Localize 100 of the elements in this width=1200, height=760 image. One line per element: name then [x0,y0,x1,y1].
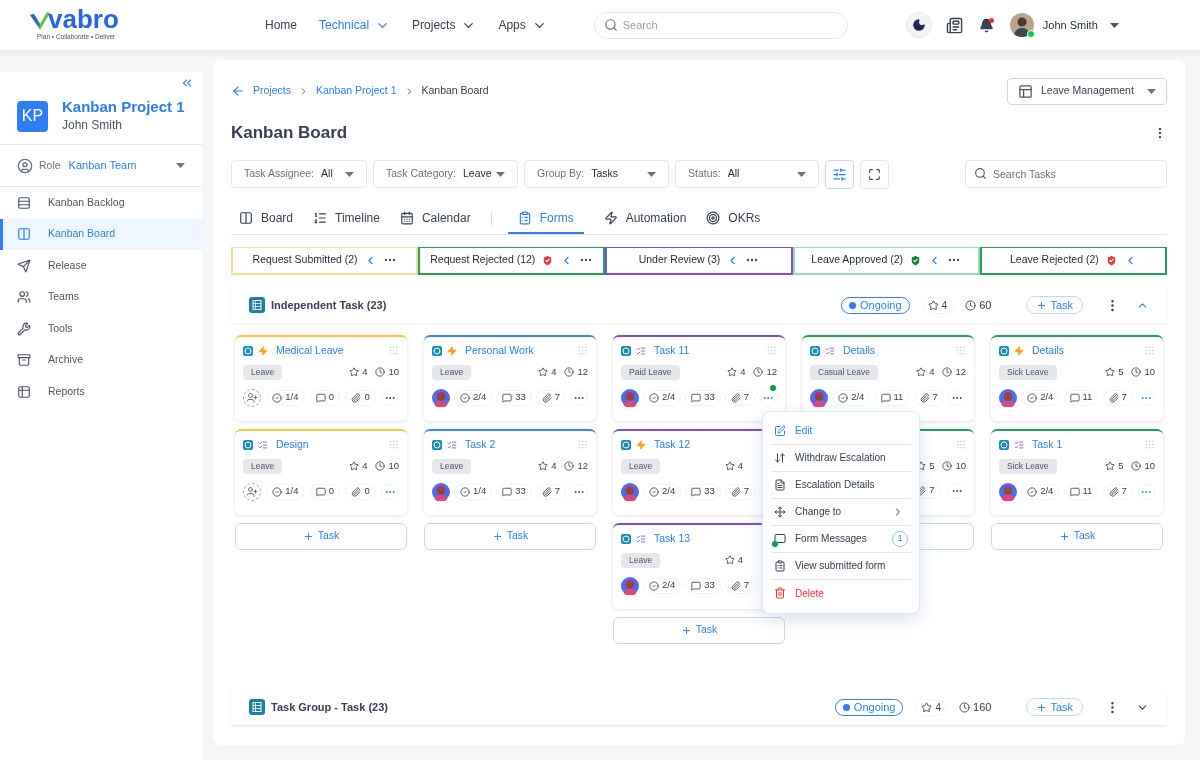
nav-link[interactable]: Home [265,16,297,34]
filter-dropdown[interactable]: Group By: Tasks [524,160,669,188]
comment-count: 33 [704,390,715,405]
star-icon [727,367,738,377]
bell-icon[interactable] [978,17,994,33]
paper-plane-icon [17,258,31,273]
add-task-button[interactable]: Task [424,522,596,550]
task-title[interactable]: Task 11 [654,342,690,359]
task-card[interactable]: Details Sick Leave 5 10 2/4 11 7 [991,334,1163,421]
project-name: Kanban Project 1 [62,98,185,116]
menu-item[interactable]: Change to [771,498,911,526]
check-square-icon [432,345,442,356]
comment-count: 33 [704,484,715,499]
task-card[interactable]: Task 11 Paid Leave 4 12 2/4 33 7 [613,334,785,421]
paperclip-icon [1108,392,1119,403]
template-select[interactable]: Leave Management [1007,77,1167,105]
sidebar-item[interactable]: Tools [0,313,202,345]
time-estimate: 160 [973,699,992,715]
check-circle-icon [1027,392,1038,403]
star-icon [927,299,939,311]
drag-handle-icon[interactable] [577,345,588,356]
task-title[interactable]: Medical Leave [276,342,344,359]
view-tab[interactable]: Automation [603,203,687,234]
category-tag: Casual Leave [810,364,878,380]
task-title[interactable]: Details [843,342,876,359]
user-avatar[interactable] [1009,13,1034,37]
breadcrumb-link[interactable]: Kanban Project 1 [315,83,397,99]
menu-item[interactable]: Edit [771,417,911,445]
task-card[interactable]: Medical Leave Leave 4 10 1/4 0 0 [235,334,407,421]
search-icon [974,167,987,180]
task-card[interactable]: Details Casual Leave 4 12 2/4 11 7 [802,334,974,421]
sliders-icon [832,166,847,182]
menu-item[interactable]: Escalation Details [771,471,911,499]
drag-handle-icon[interactable] [1144,345,1155,356]
sidebar-item[interactable]: Archive [0,344,202,376]
task-card[interactable]: Personal Work Leave 4 12 2/4 33 7 [424,334,596,421]
nav-link[interactable]: Technical [319,16,391,34]
back-arrow-icon[interactable] [231,84,245,98]
sidebar-item[interactable]: Release [0,250,202,282]
collapse-sidebar-icon[interactable] [180,76,194,90]
task-card[interactable]: Task 1 Sick Leave 5 10 2/4 11 7 [991,428,1163,515]
category-tag: Leave [621,552,661,568]
sidebar-item[interactable]: Kanban Board [0,218,202,250]
sidebar-item[interactable]: Kanban Backlog [0,187,202,219]
menu-item[interactable]: View submitted form [771,552,911,580]
task-title[interactable]: Task 13 [654,530,691,547]
view-tab[interactable]: Forms [507,203,584,234]
nav-link[interactable]: Projects [412,16,477,34]
filter-dropdown[interactable]: Task Category: Leave [373,160,518,188]
rating-count: 4 [740,364,746,379]
task-card[interactable]: Design Leave 4 10 1/4 0 0 [235,428,407,515]
drag-handle-icon[interactable] [955,439,966,450]
drag-handle-icon[interactable] [388,345,399,356]
fullscreen-button[interactable] [860,159,889,189]
target-icon [706,210,721,225]
comment-icon [691,580,702,591]
breadcrumb-link[interactable]: Projects [253,83,291,99]
drag-handle-icon[interactable] [577,439,588,450]
menu-item[interactable]: Withdraw Escalation [771,444,911,472]
task-title[interactable]: Task 2 [465,436,496,453]
add-task-button[interactable]: Task [613,616,785,644]
add-task-button[interactable]: Task [235,522,407,550]
task-title[interactable]: Task 1 [1032,436,1063,453]
task-title[interactable]: Task 12 [654,436,691,453]
nav-link[interactable]: Apps [498,16,547,34]
breadcrumb-link[interactable]: Kanban Board [421,83,489,99]
drag-handle-icon[interactable] [388,439,399,450]
caret-icon [496,171,505,177]
checklist-count: 2/4 [1040,390,1054,405]
user-name[interactable]: John Smith [1042,16,1098,34]
task-title[interactable]: Details [1032,342,1065,359]
add-task-button[interactable]: Task [991,522,1163,550]
theme-button[interactable] [905,12,932,38]
check-circle-icon [272,486,283,497]
sidebar-item[interactable]: Reports [0,376,202,408]
filter-dropdown[interactable]: Status: All [675,160,819,188]
paperclip-icon [730,486,741,497]
view-tab[interactable]: OKRs [706,203,761,234]
task-title[interactable]: Design [276,436,309,453]
task-search-field[interactable]: Search Tasks [965,160,1167,188]
menu-item[interactable]: Form Messages 1 [771,525,911,553]
search-field[interactable]: Search [593,11,848,39]
filter-dropdown[interactable]: Task Assignee: All [231,160,367,188]
role-select[interactable]: Kanban Team [68,157,185,174]
view-tab[interactable]: Board [239,203,294,234]
view-tab[interactable]: Calendar [399,203,471,234]
sidebar-item[interactable]: Teams [0,281,202,313]
role-label: Role [39,157,61,173]
check-circle-icon [648,580,659,591]
attachment-count: 7 [1121,484,1127,499]
filter-settings-button[interactable] [825,159,854,189]
news-icon[interactable] [945,16,963,34]
group-title: Independent Task (23) [271,297,387,313]
drag-handle-icon[interactable] [766,345,777,356]
view-tab[interactable]: Timeline [313,203,380,234]
task-card[interactable]: Task 2 Leave 4 12 1/4 33 7 [424,428,596,515]
task-title[interactable]: Personal Work [465,342,534,359]
drag-handle-icon[interactable] [955,345,966,356]
category-tag: Leave [243,458,283,474]
drag-handle-icon[interactable] [1144,439,1155,450]
